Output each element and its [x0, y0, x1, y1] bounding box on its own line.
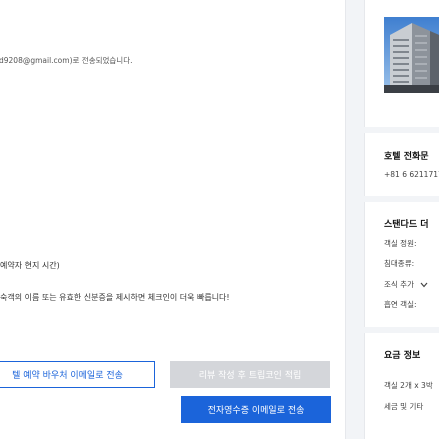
checkin-time-note: 예약자 현지 시간)	[0, 261, 60, 270]
checkin-tip: 숙객의 이름 또는 유효한 신분증을 제시하면 체크인이 더욱 빠릅니다!	[0, 293, 230, 302]
write-review-button[interactable]: 리뷰 작성 후 트립코인 적립	[170, 361, 330, 388]
price-info-heading: 요금 정보	[384, 351, 421, 361]
room-capacity-label: 객실 정원:	[384, 239, 417, 248]
bed-type-label: 침대종류:	[384, 259, 415, 268]
sidebar-divider	[364, 127, 439, 133]
room-type-heading: 스탠다드 더	[384, 220, 429, 230]
hotel-building-image	[384, 17, 439, 93]
hotel-phone-number: +81 6 6211717	[384, 170, 439, 179]
hotel-phone-heading: 호텔 전화문	[384, 152, 429, 162]
booking-summary-sidebar: 호텔 전화문 +81 6 6211717 스탠다드 더 객실 정원: 침대종류:…	[364, 0, 439, 439]
hotel-photo[interactable]	[384, 17, 439, 93]
chevron-down-icon	[420, 281, 428, 290]
send-voucher-email-button[interactable]: 텔 예약 바우처 이메일로 전송	[0, 361, 155, 388]
breakfast-toggle[interactable]: 조식 추가	[384, 279, 428, 290]
price-tax-line: 세금 및 기타	[384, 402, 424, 411]
breakfast-label: 조식 추가	[384, 280, 414, 289]
smoking-room-label: 흡연 객실:	[384, 300, 417, 309]
price-rooms-line: 객실 2개 x 3박	[384, 381, 433, 390]
send-receipt-email-button[interactable]: 전자영수증 이메일로 전송	[181, 396, 331, 423]
email-sent-message: d9208@gmail.com)로 전송되었습니다.	[0, 56, 133, 65]
sidebar-divider	[364, 327, 439, 333]
sidebar-divider	[364, 196, 439, 202]
booking-confirmation-panel: d9208@gmail.com)로 전송되었습니다. 예약자 현지 시간) 숙객…	[0, 0, 346, 439]
